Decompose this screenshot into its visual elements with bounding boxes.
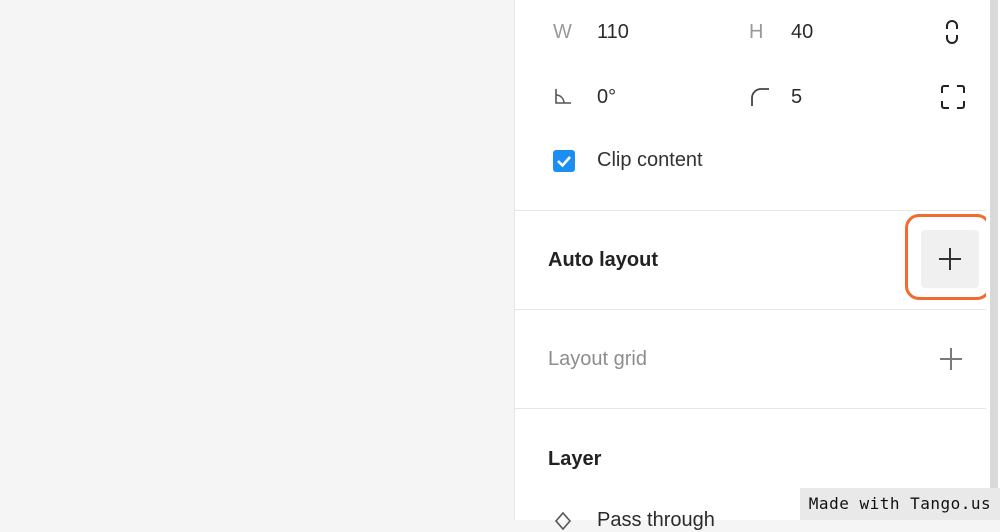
scrollbar-thumb[interactable] xyxy=(990,0,998,520)
clip-content-label: Clip content xyxy=(597,149,703,171)
tango-watermark: Made with Tango.us xyxy=(800,488,1000,520)
independent-corners-icon[interactable] xyxy=(940,84,966,110)
divider xyxy=(515,210,987,211)
add-layout-grid-button[interactable] xyxy=(922,330,980,388)
blend-mode-icon xyxy=(554,511,572,531)
width-input[interactable]: 110 xyxy=(597,21,629,44)
width-label: W xyxy=(553,21,572,43)
plus-icon xyxy=(940,348,962,370)
height-input[interactable]: 40 xyxy=(791,21,813,44)
rotation-angle-icon xyxy=(555,89,571,104)
layout-grid-title: Layout grid xyxy=(548,348,647,370)
blend-mode-select[interactable]: Pass through xyxy=(597,509,715,532)
checkmark-icon xyxy=(557,156,571,168)
divider xyxy=(515,309,987,310)
rotation-input[interactable]: 0° xyxy=(597,86,616,109)
divider xyxy=(515,408,987,409)
height-label: H xyxy=(749,21,764,43)
design-canvas[interactable] xyxy=(0,0,514,520)
panel-scrollbar[interactable] xyxy=(986,0,1000,520)
layer-title: Layer xyxy=(548,448,602,470)
link-proportions-icon[interactable] xyxy=(943,18,961,46)
clip-content-checkbox[interactable] xyxy=(553,150,575,172)
click-highlight xyxy=(905,214,991,300)
corner-radius-icon xyxy=(751,88,769,106)
radius-input[interactable]: 5 xyxy=(791,86,802,109)
auto-layout-title: Auto layout xyxy=(548,249,658,271)
